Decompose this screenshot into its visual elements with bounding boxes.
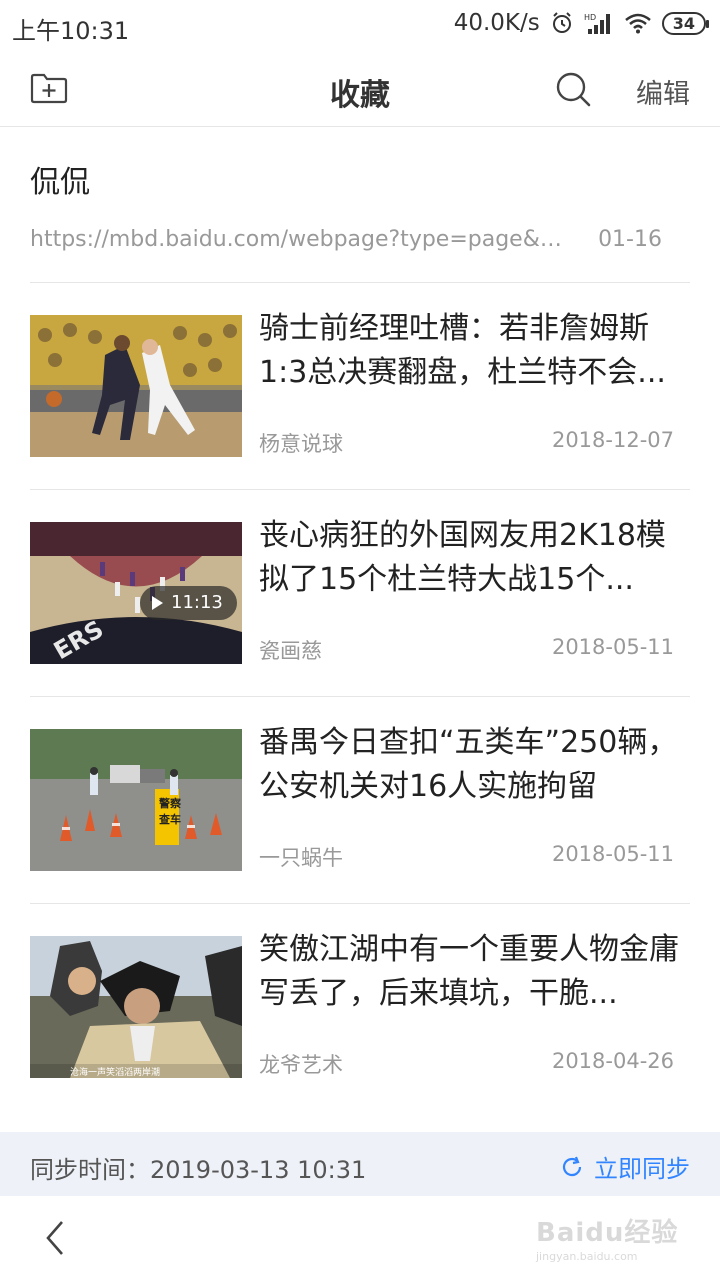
item-source: 龙爷艺术 [259, 1053, 343, 1077]
sync-bar: 同步时间：2019-03-13 10:31 立即同步 [0, 1132, 720, 1196]
item-title: 侃侃 [30, 165, 90, 200]
svg-text:查车: 查车 [159, 812, 181, 826]
item-thumbnail: 沧海一声笑滔滔两岸潮 [30, 936, 242, 1078]
svg-text:沧海一声笑滔滔两岸潮: 沧海一声笑滔滔两岸潮 [70, 1066, 160, 1078]
watermark-logo: Baidu经验 [536, 1218, 679, 1248]
baidu-jingyan-watermark: Baidu经验 jingyan.baidu.com [522, 1204, 682, 1274]
item-title: 骑士前经理吐槽：若非詹姆斯1:3总决赛翻盘，杜兰特不会... [259, 311, 666, 390]
item-title: 丧心病狂的外国网友用2K18模拟了15个杜兰特大战15个... [259, 518, 666, 597]
video-duration-badge: 11:13 [140, 586, 237, 620]
item-source: 杨意说球 [259, 432, 343, 456]
refresh-icon [562, 1156, 582, 1176]
item-title: 笑傲江湖中有一个重要人物金庸写丢了，后来填坑，干脆... [259, 932, 679, 1011]
list-item[interactable]: 骑士前经理吐槽：若非詹姆斯1:3总决赛翻盘，杜兰特不会... 杨意说球 2018… [30, 283, 690, 490]
battery-icon: 34 [661, 11, 710, 35]
play-icon [152, 596, 163, 610]
app-header: 收藏 编辑 [0, 52, 720, 127]
item-date: 2018-12-07 [551, 428, 674, 452]
list-item[interactable]: ERS 11:13 丧心病狂的外国网友用2K18模拟了15个杜兰特大战15个..… [30, 490, 690, 697]
item-date: 01-16 [598, 227, 662, 252]
item-source: 瓷画慈 [259, 639, 322, 663]
signal-icon: HD [584, 13, 610, 34]
item-thumbnail: 警察 查车 [30, 729, 242, 871]
page-title: 收藏 [330, 78, 390, 113]
status-icons: 40.0K/s HD 34 [453, 10, 710, 36]
list-item[interactable]: 警察 查车 番禺今日查扣“五类车”250辆，公安机关对16人实施拘留 一只蜗牛 … [30, 697, 690, 904]
watermark-url: jingyan.baidu.com [536, 1250, 638, 1263]
item-source: 一只蜗牛 [259, 846, 343, 870]
sync-now-button[interactable]: 立即同步 [560, 1149, 690, 1184]
bottom-nav: Baidu经验 jingyan.baidu.com [0, 1196, 720, 1280]
item-thumbnail [30, 315, 242, 457]
wifi-icon [624, 13, 651, 34]
video-duration: 11:13 [171, 592, 223, 613]
status-time: 上午10:31 [12, 17, 130, 45]
edit-button[interactable]: 编辑 [636, 72, 690, 111]
list-item[interactable]: 侃侃 https://mbd.baidu.com/webpage?type=pa… [30, 127, 690, 283]
sync-time: 同步时间：2019-03-13 10:31 [30, 1156, 367, 1184]
back-icon[interactable] [40, 1218, 70, 1258]
item-title: 番禺今日查扣“五类车”250辆，公安机关对16人实施拘留 [259, 725, 678, 804]
svg-text:警察: 警察 [158, 796, 182, 810]
network-speed: 40.0K/s [453, 10, 540, 36]
item-date: 2018-05-11 [551, 635, 674, 659]
sync-now-label: 立即同步 [594, 1155, 690, 1183]
svg-text:HD: HD [584, 13, 596, 22]
item-date: 2018-05-11 [551, 842, 674, 866]
status-bar: 上午10:31 40.0K/s HD 34 [0, 0, 720, 52]
list-item[interactable]: 沧海一声笑滔滔两岸潮 笑傲江湖中有一个重要人物金庸写丢了，后来填坑，干脆... … [30, 904, 690, 1110]
item-date: 2018-04-26 [551, 1049, 674, 1073]
item-url: https://mbd.baidu.com/webpage?type=page&… [30, 227, 570, 252]
alarm-icon [552, 12, 571, 33]
search-icon[interactable] [554, 70, 592, 108]
